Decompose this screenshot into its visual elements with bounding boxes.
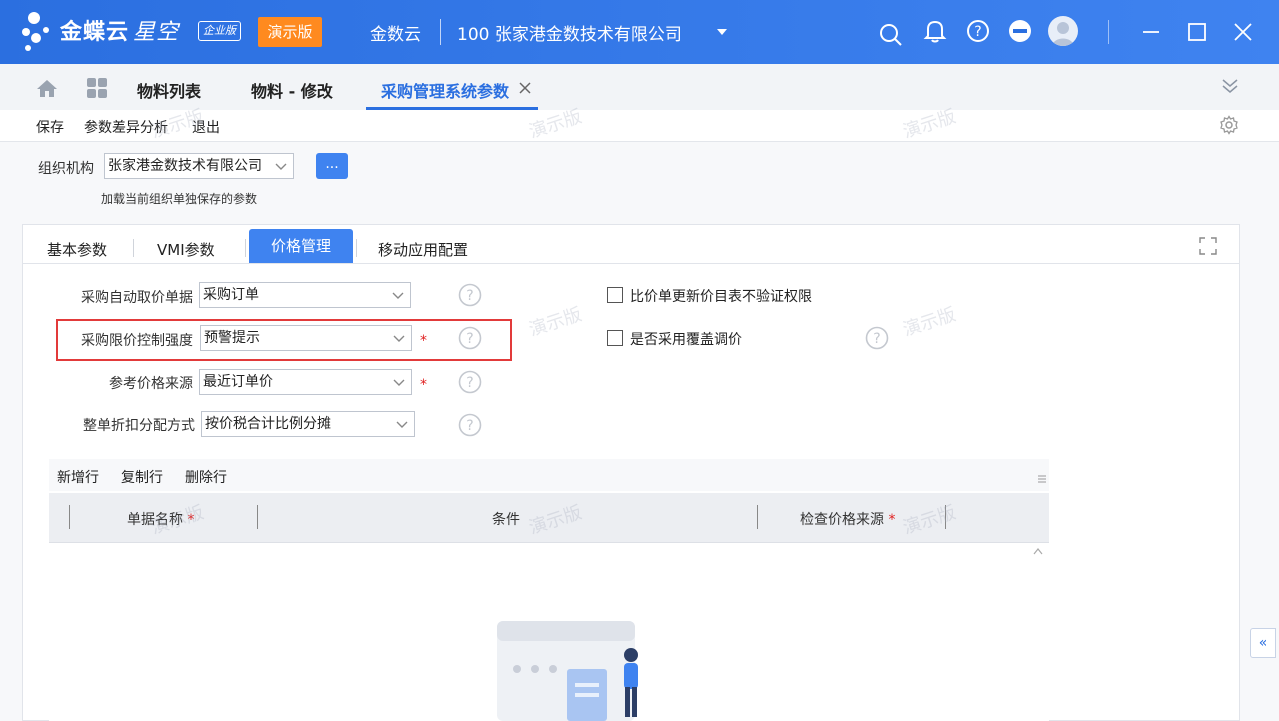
- empty-state-illustration: [497, 621, 638, 721]
- chevron-down-icon: [396, 421, 408, 428]
- grid-menu-icon[interactable]: [1037, 473, 1047, 483]
- maximize-icon[interactable]: [1186, 21, 1208, 43]
- caret-down-icon[interactable]: [712, 22, 732, 42]
- copy-row-button[interactable]: 复制行: [121, 467, 163, 487]
- help-icon[interactable]: ?: [966, 19, 990, 43]
- edition-badge: 企业版: [198, 21, 241, 41]
- save-button[interactable]: 保存: [36, 117, 64, 137]
- app-grid-icon[interactable]: [86, 78, 108, 98]
- org-hint: 加载当前组织单独保存的参数: [101, 192, 258, 206]
- column-check-source[interactable]: 检查价格来源 *: [800, 509, 895, 529]
- svg-text:?: ?: [873, 331, 880, 347]
- double-chevron-down-icon[interactable]: [1220, 76, 1240, 96]
- svg-text:?: ?: [974, 24, 981, 40]
- scroll-up-icon[interactable]: [1033, 547, 1043, 555]
- chevron-down-icon: [275, 163, 287, 170]
- price-source-select[interactable]: 最近订单价: [199, 369, 412, 395]
- tab-mobile-config[interactable]: 移动应用配置: [378, 239, 468, 260]
- avatar[interactable]: [1048, 16, 1078, 46]
- tab-price-management[interactable]: 价格管理: [249, 229, 353, 263]
- diff-analysis-button[interactable]: 参数差异分析: [84, 117, 168, 137]
- chevron-down-icon: [393, 335, 405, 342]
- content-area: 组织机构 张家港金数技术有限公司 ... 加载当前组织单独保存的参数 基本参数 …: [0, 142, 1279, 721]
- tab-purchase-params[interactable]: 采购管理系统参数: [381, 78, 509, 102]
- help-circle-icon[interactable]: ?: [458, 283, 482, 307]
- limit-control-label: 采购限价控制强度: [81, 333, 193, 349]
- tab-material-edit[interactable]: 物料 - 修改: [251, 78, 333, 102]
- user-icon: [1052, 22, 1074, 46]
- cover-adjust-label: 是否采用覆盖调价: [630, 332, 742, 348]
- document-tab-bar: 物料列表 物料 - 修改 采购管理系统参数: [0, 64, 1279, 110]
- price-source-label: 参考价格来源: [109, 376, 193, 392]
- required-mark: *: [420, 333, 427, 349]
- org-select[interactable]: 张家港金数技术有限公司: [104, 153, 294, 179]
- limit-control-select[interactable]: 预警提示: [200, 325, 412, 351]
- params-panel: 基本参数 VMI参数 价格管理 移动应用配置 采购自动取价单据 采购订单 ? 比…: [22, 224, 1240, 721]
- grid-header: 单据名称 * 条件 检查价格来源 *: [49, 493, 1049, 543]
- required-mark: *: [420, 377, 427, 393]
- grid-body: [49, 543, 1049, 721]
- compare-no-verify-label: 比价单更新价目表不验证权限: [630, 289, 812, 305]
- help-circle-icon[interactable]: ?: [458, 413, 482, 437]
- org-lookup-button[interactable]: ...: [316, 153, 348, 179]
- svg-text:?: ?: [466, 288, 473, 304]
- kingdee-logo-icon: [22, 12, 49, 51]
- tab-vmi-params[interactable]: VMI参数: [157, 239, 215, 260]
- add-row-button[interactable]: 新增行: [57, 467, 99, 487]
- column-doc-name[interactable]: 单据名称 *: [127, 509, 194, 529]
- help-circle-icon[interactable]: ?: [865, 326, 889, 350]
- gear-icon[interactable]: [1219, 115, 1239, 135]
- auto-price-select[interactable]: 采购订单: [199, 282, 411, 308]
- company-selector[interactable]: 100 张家港金数技术有限公司: [457, 20, 682, 45]
- discount-method-select[interactable]: 按价税合计比例分摊: [201, 411, 415, 437]
- delete-row-button[interactable]: 删除行: [185, 467, 227, 487]
- side-collapse-button[interactable]: «: [1250, 628, 1276, 658]
- grid-toolbar: 新增行 复制行 删除行: [49, 459, 1049, 491]
- chevron-down-icon: [393, 379, 405, 386]
- product-name[interactable]: 金数云: [370, 20, 421, 45]
- close-icon[interactable]: [1232, 21, 1254, 43]
- expand-icon[interactable]: [1199, 237, 1217, 255]
- minimize-icon[interactable]: [1140, 22, 1162, 42]
- chevron-down-icon: [392, 292, 404, 299]
- tab-material-list[interactable]: 物料列表: [137, 78, 201, 102]
- svg-text:?: ?: [466, 375, 473, 391]
- org-label: 组织机构: [38, 161, 94, 177]
- column-condition[interactable]: 条件: [492, 509, 520, 529]
- home-icon[interactable]: [36, 78, 58, 98]
- tab-close-icon[interactable]: [519, 82, 531, 94]
- auto-price-label: 采购自动取价单据: [81, 290, 193, 306]
- help-circle-icon[interactable]: ?: [458, 370, 482, 394]
- svg-text:?: ?: [466, 418, 473, 434]
- compare-no-verify-checkbox[interactable]: [607, 287, 623, 303]
- cover-adjust-checkbox[interactable]: [607, 330, 623, 346]
- exit-button[interactable]: 退出: [192, 117, 220, 137]
- title-bar: 金蝶云 星空 企业版 演示版 金数云 100 张家港金数技术有限公司 ?: [0, 0, 1279, 64]
- tab-basic-params[interactable]: 基本参数: [47, 239, 107, 260]
- help-circle-icon[interactable]: ?: [458, 326, 482, 350]
- discount-method-label: 整单折扣分配方式: [83, 418, 195, 434]
- demo-button[interactable]: 演示版: [258, 17, 322, 47]
- brand-name: 金蝶云 星空: [60, 20, 180, 45]
- settings-toggle-icon[interactable]: [1008, 19, 1032, 43]
- search-icon[interactable]: [878, 22, 904, 48]
- svg-text:?: ?: [466, 331, 473, 347]
- action-toolbar: 保存 参数差异分析 退出: [0, 110, 1279, 142]
- bell-icon[interactable]: [923, 18, 947, 44]
